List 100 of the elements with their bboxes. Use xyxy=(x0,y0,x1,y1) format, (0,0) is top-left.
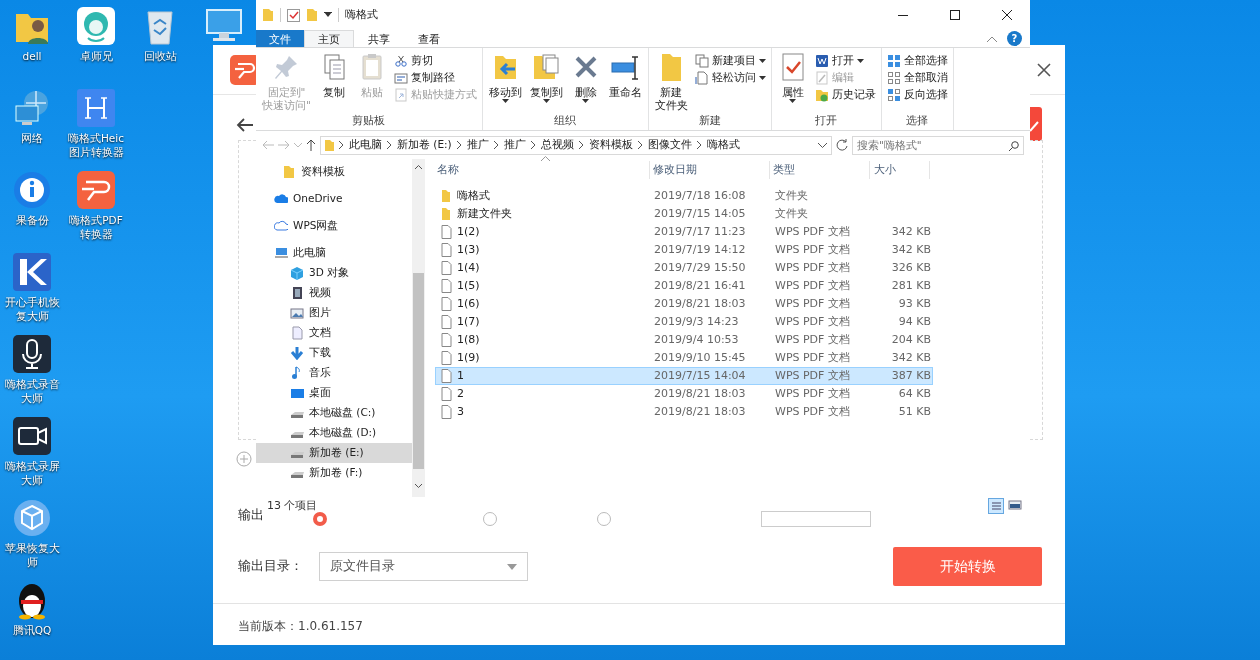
ribbon-button[interactable]: 打开 xyxy=(812,52,878,69)
grid-icon xyxy=(886,70,901,85)
nav-item[interactable]: 下载 xyxy=(256,343,412,363)
file-row[interactable]: 1(2) 2019/7/17 11:23 WPS PDF 文档 342 KB xyxy=(435,223,933,241)
breadcrumb-item[interactable]: 资料模板 xyxy=(588,137,633,153)
checklist-icon[interactable] xyxy=(287,8,300,22)
search-icon[interactable] xyxy=(1009,140,1019,151)
large-icons-view-icon[interactable] xyxy=(1008,498,1022,512)
directory-dropdown[interactable]: 原文件目录 xyxy=(319,552,528,581)
backup-icon[interactable] xyxy=(12,170,52,210)
ribbon-button[interactable]: 历史记录 xyxy=(812,86,878,103)
forward-icon[interactable] xyxy=(278,140,290,150)
up-icon[interactable] xyxy=(306,139,316,151)
ribbon-button[interactable]: 全部取消 xyxy=(884,69,950,86)
nav-item[interactable]: 此电脑 xyxy=(256,243,412,263)
file-row[interactable]: 1(4) 2019/7/29 15:50 WPS PDF 文档 326 KB xyxy=(435,259,933,277)
table-cell-text: 文件夹 xyxy=(774,205,809,222)
radio-button[interactable] xyxy=(483,512,497,526)
breadcrumb-item[interactable]: 推广 xyxy=(503,137,526,153)
nav-item[interactable]: 视频 xyxy=(256,283,412,303)
file-row[interactable]: 1(5) 2019/8/21 16:41 WPS PDF 文档 281 KB xyxy=(435,277,933,295)
nav-item[interactable]: WPS网盘 xyxy=(256,216,412,236)
ribbon-button[interactable]: 重命名 xyxy=(605,52,645,113)
ribbon-tab[interactable]: 查看 xyxy=(404,30,454,47)
nav-item[interactable]: 音乐 xyxy=(256,363,412,383)
file-row[interactable]: 嗨格式 2019/7/18 16:08 文件夹 xyxy=(435,187,933,205)
ribbon-button[interactable]: 复制路径 xyxy=(391,69,479,86)
breadcrumb-item[interactable]: 总视频 xyxy=(540,137,574,153)
file-row[interactable]: 2 2019/8/21 18:03 WPS PDF 文档 64 KB xyxy=(435,385,933,403)
collapse-icon[interactable] xyxy=(987,36,997,42)
file-row[interactable]: 3 2019/8/21 18:03 WPS PDF 文档 51 KB xyxy=(435,403,933,421)
file-icon xyxy=(440,279,452,293)
radio-button[interactable] xyxy=(597,512,611,526)
column-header[interactable]: 修改日期 xyxy=(650,161,770,179)
ribbon-button[interactable]: 轻松访问 xyxy=(692,69,768,86)
ribbon-button[interactable]: 复制到 xyxy=(526,52,566,113)
file-row[interactable]: 新建文件夹 2019/7/15 14:05 文件夹 xyxy=(435,205,933,223)
nav-item[interactable]: 资料模板 xyxy=(256,162,412,182)
breadcrumb-item[interactable]: 推广 xyxy=(466,137,489,153)
nav-item[interactable]: OneDrive xyxy=(256,189,412,209)
desktop-icon-label[interactable]: 苹果恢复大师 xyxy=(0,541,64,569)
column-header[interactable]: 类型 xyxy=(770,161,870,179)
cloud-icon xyxy=(274,219,288,233)
table-cell-text: 2019/7/18 16:08 xyxy=(653,187,747,204)
file-row[interactable]: 1(3) 2019/7/19 14:12 WPS PDF 文档 342 KB xyxy=(435,241,933,259)
file-row[interactable]: 1(9) 2019/9/10 15:45 WPS PDF 文档 342 KB xyxy=(435,349,933,367)
file-row[interactable]: 1(8) 2019/9/4 10:53 WPS PDF 文档 204 KB xyxy=(435,331,933,349)
file-row[interactable]: 1 2019/7/15 14:04 WPS PDF 文档 387 KB xyxy=(435,367,933,385)
address-bar[interactable]: 此电脑 新加卷 (E:) 推广 推广 总视频 资料模板 图像文件 嗨格式 xyxy=(320,135,832,155)
table-cell-text: WPS PDF 文档 xyxy=(774,403,851,420)
breadcrumb-item[interactable]: 图像文件 xyxy=(647,137,692,153)
input-field[interactable] xyxy=(761,511,871,527)
nav-item[interactable]: 本地磁盘 (C:) xyxy=(256,403,412,423)
ribbon-button[interactable]: 新建项目 xyxy=(692,52,768,69)
nav-item[interactable]: 桌面 xyxy=(256,383,412,403)
add-icon[interactable] xyxy=(236,451,252,467)
ribbon-button[interactable]: 复制 xyxy=(315,52,352,113)
ribbon-button[interactable]: 剪切 xyxy=(391,52,479,69)
scissors-icon xyxy=(393,53,408,68)
table-cell-text: 2019/7/15 14:05 xyxy=(653,205,747,222)
refresh-icon[interactable] xyxy=(836,139,848,151)
breadcrumb-item[interactable]: 此电脑 xyxy=(349,137,382,153)
ribbon-tab[interactable]: 共享 xyxy=(354,30,404,47)
file-row[interactable]: 1(7) 2019/9/3 14:23 WPS PDF 文档 94 KB xyxy=(435,313,933,331)
close-button[interactable] xyxy=(1037,62,1051,77)
dropdown-icon[interactable] xyxy=(294,142,302,148)
ribbon-button[interactable]: 全部选择 xyxy=(884,52,950,69)
search-field[interactable]: 搜索"嗨格式" xyxy=(852,135,1024,155)
microphone-icon[interactable] xyxy=(12,334,52,374)
ribbon-button[interactable]: 移动到 xyxy=(485,52,525,113)
column-header[interactable]: 大小 xyxy=(870,161,930,179)
shortcut-icon xyxy=(393,87,408,102)
breadcrumb-item[interactable]: 新加卷 (E:) xyxy=(397,137,452,153)
desktop-icon-label[interactable]: dell xyxy=(0,49,64,63)
table-cell-text: 2019/7/19 14:12 xyxy=(653,241,747,258)
nav-item[interactable]: 本地磁盘 (D:) xyxy=(256,423,412,443)
camera-icon[interactable] xyxy=(12,416,52,456)
grid-icon xyxy=(886,53,901,68)
cube-icon[interactable] xyxy=(12,498,52,538)
ribbon-button[interactable]: 删除 xyxy=(567,52,604,113)
nav-item[interactable]: 新加卷 (F:) xyxy=(256,463,412,483)
nav-item[interactable]: 3D 对象 xyxy=(256,263,412,283)
nav-item[interactable]: 文档 xyxy=(256,323,412,343)
file-menu-button[interactable]: 文件 xyxy=(256,30,304,47)
caret-icon[interactable] xyxy=(324,12,332,18)
ribbon-button[interactable]: 属性 xyxy=(774,52,811,113)
sort-icon[interactable] xyxy=(541,156,550,161)
desktop-icon-label[interactable]: 腾讯QQ xyxy=(0,623,64,637)
help-button[interactable]: ? xyxy=(1007,31,1022,46)
ribbon-button[interactable]: 新建 文件夹 xyxy=(651,52,691,113)
ribbon-tab[interactable]: 主页 xyxy=(304,30,354,47)
separator-icon xyxy=(280,8,281,22)
back-icon[interactable] xyxy=(236,118,254,132)
column-header[interactable]: 名称 xyxy=(435,161,650,179)
nav-item[interactable]: 新加卷 (E:) xyxy=(256,443,412,463)
nav-item[interactable]: 图片 xyxy=(256,303,412,323)
breadcrumb-item[interactable]: 嗨格式 xyxy=(706,137,740,153)
radio-button[interactable] xyxy=(313,512,327,526)
file-row[interactable]: 1(6) 2019/8/21 18:03 WPS PDF 文档 93 KB xyxy=(435,295,933,313)
ribbon-button[interactable]: 反向选择 xyxy=(884,86,950,103)
